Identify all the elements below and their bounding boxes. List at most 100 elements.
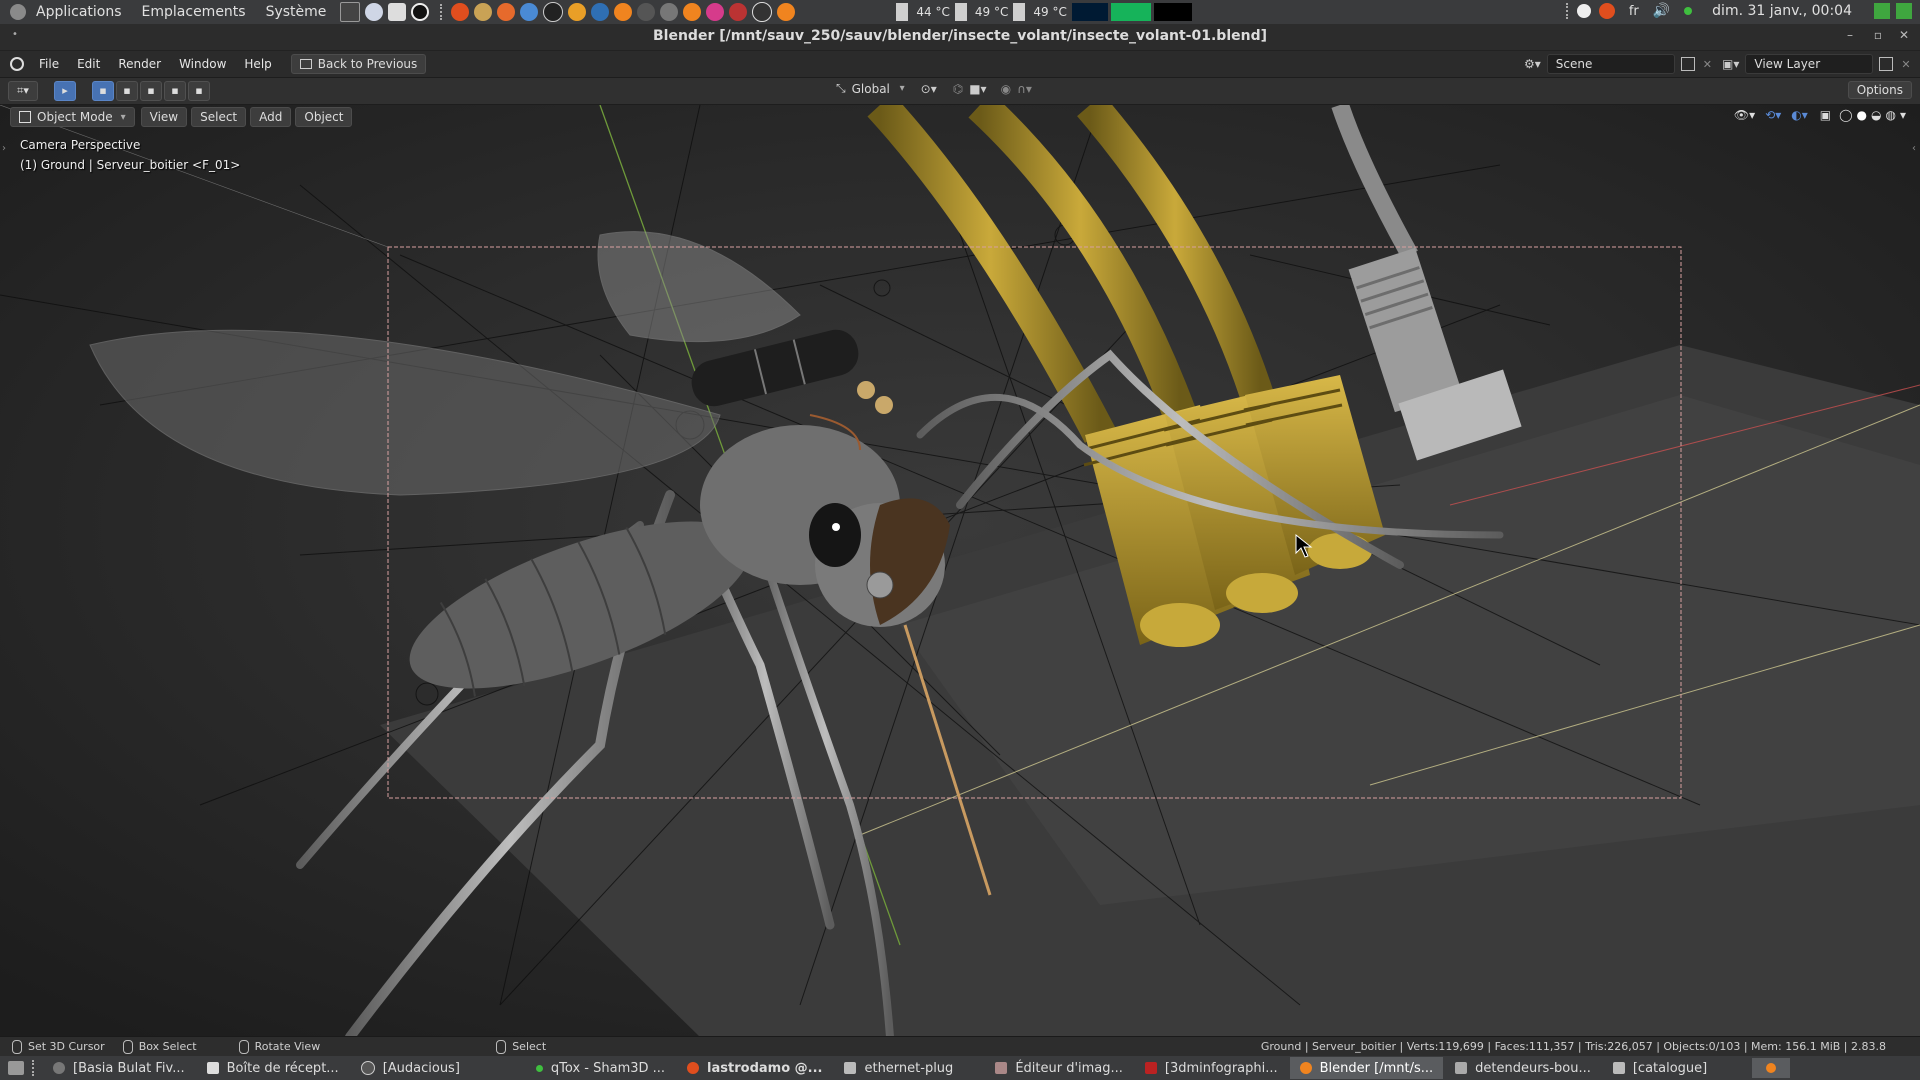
task-ethernet-plug[interactable]: ethernet-plug — [834, 1057, 963, 1079]
record-icon[interactable] — [1576, 4, 1591, 18]
blender-tray-icon[interactable] — [1752, 1058, 1790, 1078]
task-blender[interactable]: Blender [/mnt/s... — [1289, 1057, 1444, 1079]
mode-extend-icon[interactable]: ▪ — [116, 81, 138, 101]
menu-window[interactable]: Window — [170, 54, 235, 74]
keyboard-layout[interactable]: fr — [1629, 4, 1639, 19]
xmpp-tray-icon[interactable] — [1598, 3, 1615, 19]
task-label: [Basia Bulat Fiv... — [73, 1060, 185, 1076]
mode-dropdown[interactable]: Object Mode ▾ — [10, 107, 135, 127]
overlays-icon[interactable]: ◐▾ — [1791, 108, 1808, 122]
rendered-shading-icon[interactable]: ◍ — [1885, 108, 1895, 122]
mode-new-icon[interactable]: ▪ — [92, 81, 114, 101]
pivot-icon[interactable]: ⊙▾ — [921, 82, 937, 96]
task-filezilla[interactable]: [3dminfographi... — [1135, 1057, 1288, 1079]
menu-render[interactable]: Render — [109, 54, 170, 74]
snap-target-icon[interactable]: ■▾ — [969, 82, 986, 96]
firefox-icon[interactable] — [497, 3, 516, 21]
xmpp-icon[interactable] — [451, 3, 470, 21]
snap-icon[interactable]: ⌬ — [953, 82, 963, 96]
libreoffice-icon[interactable] — [568, 3, 587, 21]
3d-viewport[interactable]: Object Mode ▾ View Select Add Object 👁▾ … — [0, 105, 1920, 1037]
xray-icon[interactable]: ▣ — [1820, 108, 1831, 122]
menu-applications[interactable]: Applications — [26, 4, 132, 20]
mode-intersect-icon[interactable]: ▪ — [188, 81, 210, 101]
exit-icon[interactable] — [1896, 3, 1912, 19]
scene-icon[interactable]: ⚙▾ — [1524, 57, 1541, 71]
view-layer-field[interactable]: View Layer — [1745, 54, 1874, 74]
remove-view-layer-icon[interactable]: ✕ — [1901, 58, 1910, 71]
wireframe-shading-icon[interactable]: ◯ — [1839, 108, 1852, 122]
browser-icon[interactable] — [365, 3, 384, 21]
task-audacious[interactable]: [Audacious] — [351, 1057, 470, 1079]
menu-view[interactable]: View — [140, 107, 188, 127]
file-manager-icon[interactable] — [388, 3, 407, 21]
select-label: Select — [512, 1040, 547, 1053]
maximize-icon[interactable]: ▫ — [1870, 28, 1886, 44]
task-lastrodamo[interactable]: lastrodamo @... — [677, 1057, 832, 1079]
new-scene-icon[interactable] — [1680, 57, 1695, 71]
volume-icon[interactable]: 🔊 — [1653, 3, 1670, 19]
terminal-icon[interactable] — [340, 2, 361, 22]
task-mail[interactable]: Boîte de récept... — [197, 1057, 349, 1079]
shading-options-icon[interactable]: ▾ — [1900, 108, 1906, 122]
update-icon[interactable] — [1874, 3, 1890, 19]
menu-edit[interactable]: Edit — [68, 54, 109, 74]
blender-icon[interactable] — [614, 3, 633, 21]
select-tool-icon[interactable]: ▸ — [54, 81, 76, 101]
task-detendeurs[interactable]: detendeurs-bou... — [1445, 1057, 1601, 1079]
task-qtox[interactable]: qTox - Sham3D ... — [526, 1057, 675, 1079]
orientation-dropdown[interactable]: Global — [852, 82, 900, 96]
gnome-foot-icon[interactable] — [10, 4, 26, 20]
close-icon[interactable]: ✕ — [1896, 28, 1912, 44]
visibility-icon[interactable]: 👁▾ — [1734, 108, 1755, 122]
thunderbird-icon[interactable] — [591, 3, 610, 21]
chromium-icon[interactable] — [520, 3, 539, 21]
task-music[interactable]: [Basia Bulat Fiv... — [43, 1057, 195, 1079]
menu-file[interactable]: File — [30, 54, 68, 74]
gizmo-icon[interactable]: ⟲▾ — [1765, 108, 1781, 122]
options-dropdown[interactable]: Options — [1847, 81, 1912, 99]
blender-icon-2[interactable] — [683, 3, 702, 21]
back-to-previous-button[interactable]: Back to Previous — [290, 54, 427, 74]
orientation-icon: ⤡ — [836, 81, 846, 95]
blender-logo-icon[interactable] — [10, 57, 24, 71]
inkscape-icon[interactable] — [543, 2, 564, 22]
menu-help[interactable]: Help — [235, 54, 280, 74]
task-image-editor[interactable]: Éditeur d'imag... — [985, 1057, 1133, 1079]
krita-icon[interactable] — [706, 3, 725, 21]
task-catalogue[interactable]: [catalogue] — [1603, 1057, 1717, 1079]
editor-type-icon[interactable]: ⌗▾ — [8, 81, 38, 101]
minimize-icon[interactable]: – — [1842, 28, 1858, 44]
menu-systeme[interactable]: Système — [256, 4, 337, 20]
scene-field[interactable]: Scene — [1546, 54, 1675, 74]
blender-icon-3[interactable] — [777, 3, 796, 21]
window-title-bar[interactable]: • Blender [/mnt/sauv_250/sauv/blender/in… — [0, 24, 1920, 51]
menu-select[interactable]: Select — [191, 107, 247, 127]
scene-render[interactable] — [0, 105, 1920, 1037]
task-label: Boîte de récept... — [226, 1060, 339, 1076]
solid-shading-icon[interactable]: ● — [1857, 108, 1867, 122]
clock[interactable]: dim. 31 janv., 00:04 — [1712, 3, 1852, 19]
toolbar-toggle-icon[interactable]: › — [2, 143, 6, 154]
kdenlive-icon[interactable] — [729, 3, 748, 21]
remove-scene-icon[interactable]: ✕ — [1703, 58, 1712, 71]
material-shading-icon[interactable]: ◒ — [1871, 108, 1881, 122]
new-view-layer-icon[interactable] — [1879, 57, 1894, 71]
proportional-edit-icon[interactable]: ◉ — [1001, 82, 1011, 96]
gimp-icon[interactable] — [474, 3, 493, 21]
menu-object[interactable]: Object — [295, 107, 353, 127]
view-layer-icon[interactable]: ▣▾ — [1722, 57, 1739, 71]
sidebar-toggle-icon[interactable]: ‹ — [1912, 143, 1916, 154]
menu-emplacements[interactable]: Emplacements — [132, 4, 256, 20]
falloff-icon[interactable]: ∩▾ — [1017, 82, 1032, 96]
app-icon[interactable] — [411, 3, 430, 21]
pirate-icon[interactable] — [752, 2, 773, 22]
mode-invert-icon[interactable]: ▪ — [164, 81, 186, 101]
box-select-hint: Box Select — [122, 1040, 197, 1054]
audio-icon[interactable] — [660, 3, 679, 21]
menu-add[interactable]: Add — [250, 107, 292, 127]
temperature-2: 49 °C — [974, 5, 1009, 19]
show-desktop-icon[interactable] — [8, 1061, 24, 1075]
mode-subtract-icon[interactable]: ▪ — [140, 81, 162, 101]
darktable-icon[interactable] — [637, 3, 656, 21]
